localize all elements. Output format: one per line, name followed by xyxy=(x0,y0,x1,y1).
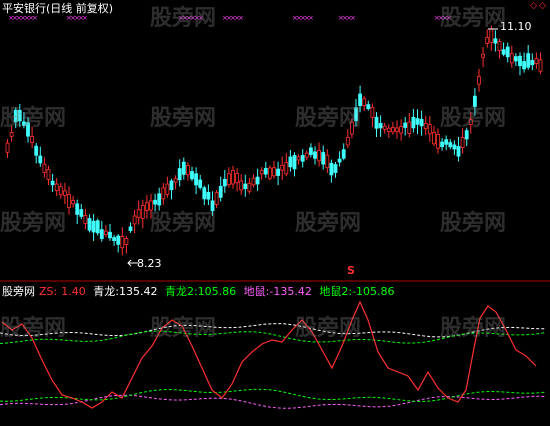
legend-qinglong-value: 135.42 xyxy=(118,285,158,298)
svg-text:×: × xyxy=(350,14,356,22)
legend-dishu-label: 地鼠: xyxy=(243,285,270,298)
legend-zs-value: 1.40 xyxy=(61,285,86,298)
indicator-legend: 股旁网 ZS: 1.40 青龙:135.42 青龙2:105.86 地鼠:-135.… xyxy=(2,285,399,298)
chart-title: 平安银行(日线 前复权) xyxy=(2,2,114,15)
legend-qinglong-label: 青龙: xyxy=(93,285,119,298)
indicator-lines xyxy=(0,300,547,409)
high-price-label: 11.10 xyxy=(500,20,532,33)
svg-text:×: × xyxy=(32,14,38,22)
sell-signal-marker: S xyxy=(347,264,355,277)
candlestick-series xyxy=(5,25,543,256)
svg-text:×: × xyxy=(446,14,452,22)
legend-qinglong2-value: 105.86 xyxy=(197,285,237,298)
legend-dishu2-label: 地鼠2: xyxy=(319,285,353,298)
svg-text:×: × xyxy=(198,14,204,22)
low-price-label: 8.23 xyxy=(137,257,162,270)
top-markers: ××××××× ××××× ×××××× ××××× ××××× ×××× ×××× xyxy=(8,14,452,22)
legend-dishu2-value: -105.86 xyxy=(352,285,395,298)
legend-zs-label: ZS: xyxy=(39,285,58,298)
window-control-icons[interactable]: ◇◇ xyxy=(530,1,548,11)
legend-qinglong2-label: 青龙2: xyxy=(164,285,198,298)
svg-text:×: × xyxy=(82,14,88,22)
svg-text:×: × xyxy=(308,14,314,22)
legend-source: 股旁网 xyxy=(2,285,35,298)
legend-dishu-value: -135.42 xyxy=(269,285,312,298)
svg-text:×: × xyxy=(238,14,244,22)
chart-canvas: ××××××× ××××× ×××××× ××××× ××××× ×××× ×××× xyxy=(0,14,550,409)
